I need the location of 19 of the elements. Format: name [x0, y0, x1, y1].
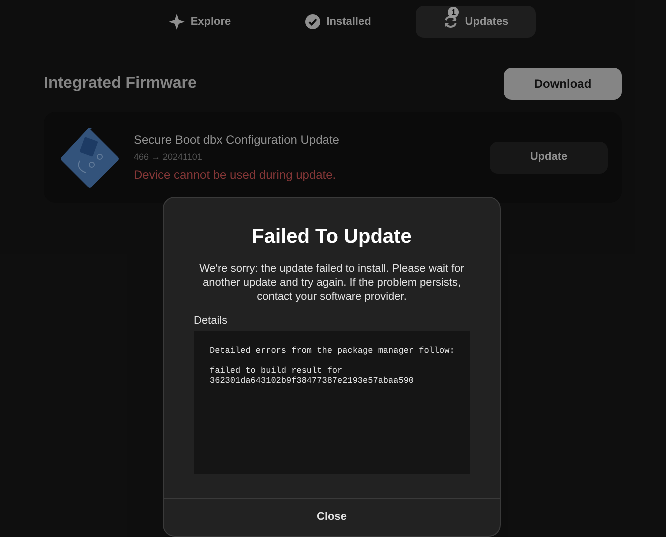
close-button[interactable]: Close: [307, 503, 357, 532]
error-log: Detailed errors from the package manager follow: failed to build result for 362301da643102b9f38477387e2193e57abaa590: [210, 346, 454, 386]
update-button[interactable]: Update: [490, 142, 608, 174]
sparkle-icon: [168, 14, 185, 30]
chip-board-icon: [60, 126, 120, 188]
dialog-title: Failed To Update: [251, 225, 413, 250]
tab[interactable]: Explore: [140, 6, 260, 38]
download-button[interactable]: Download: [504, 68, 622, 100]
details-label: Details: [193, 314, 229, 329]
tab[interactable]: Installed: [278, 6, 398, 38]
count-badge: 1: [448, 7, 460, 18]
version-text: 466 → 20241101: [134, 151, 204, 164]
error-message: We're sorry: the update failed to install. Please wait for another update and try again. If the problem persists, contact your software provider.: [198, 262, 466, 304]
check-circle-icon: [304, 14, 321, 30]
refresh-icon: [443, 14, 460, 30]
tab[interactable]: 1 Updates: [416, 6, 536, 38]
warning-text: Device cannot be used during update.: [134, 166, 338, 184]
firmware-name: Secure Boot dbx Configuration Update: [134, 132, 340, 150]
section-title: Integrated Firmware: [44, 74, 197, 94]
